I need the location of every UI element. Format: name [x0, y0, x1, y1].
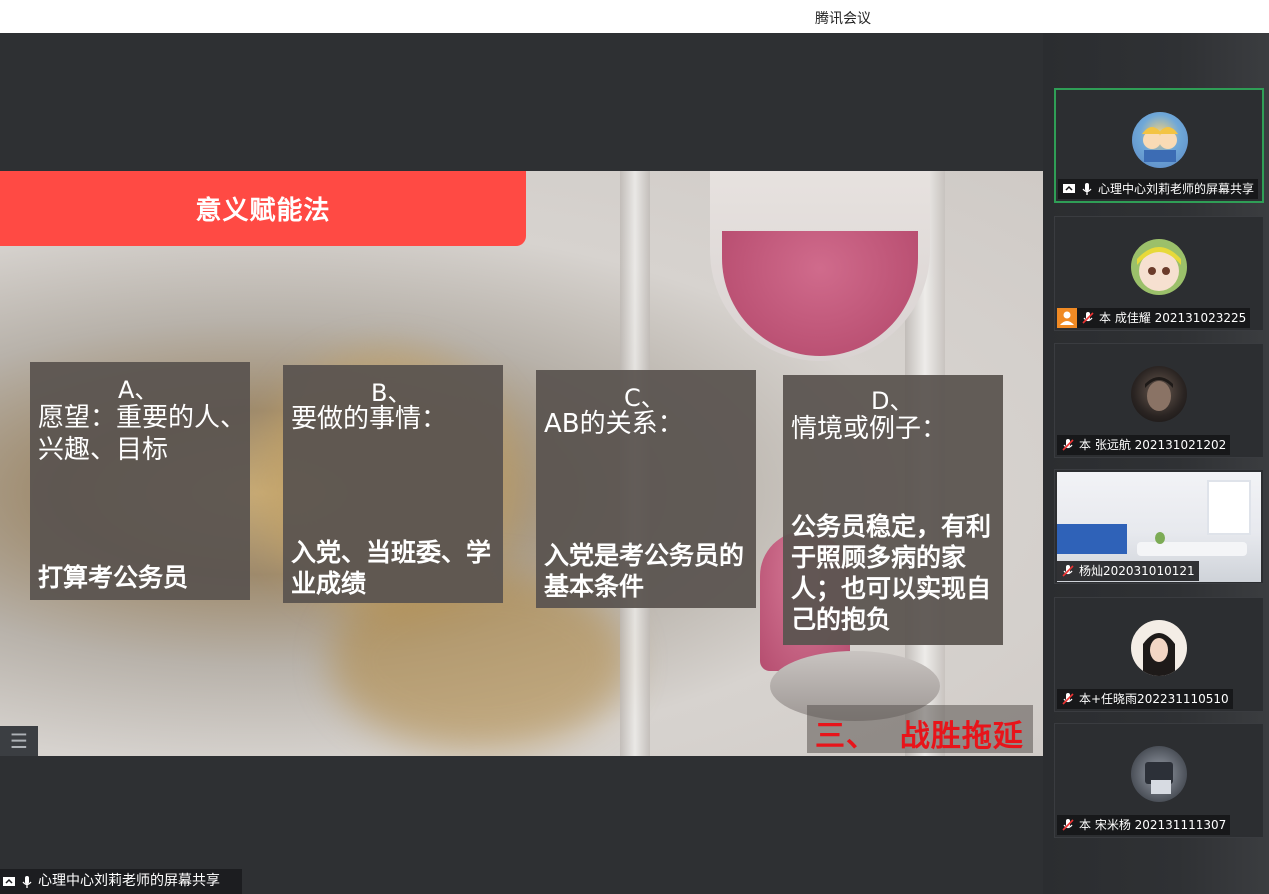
slide-footer-text: 三、 战胜拖延 [815, 719, 1024, 754]
card-b: B、 要做的事情： 入党、当班委、学业成绩 [283, 365, 503, 603]
participant-label: 心理中心刘莉老师的屏幕共享 [1058, 179, 1259, 199]
share-status-bar: 心理中心刘莉老师的屏幕共享 [0, 869, 242, 894]
participant-tile[interactable]: 本+任晓雨202231110510 [1054, 597, 1264, 712]
card-c: C、 AB的关系： 入党是考公务员的基本条件 [536, 370, 756, 608]
card-d: D、 情境或例子： 公务员稳定，有利于照顾多病的家人；也可以实现自己的抱负 [783, 375, 1003, 645]
card-a: A、 愿望：重要的人、兴趣、目标 打算考公务员 [30, 362, 250, 600]
window [1207, 480, 1251, 535]
mic-muted-icon [1062, 693, 1074, 705]
screen-share-icon [3, 876, 15, 886]
participant-label: 本 成佳耀 202131023225 [1057, 308, 1251, 328]
person-icon [1057, 308, 1077, 328]
participant-tile[interactable]: 本 宋米杨 202131111307 [1054, 723, 1264, 838]
card-c-answer: 入党是考公务员的基本条件 [544, 541, 745, 601]
card-a-question: 愿望：重要的人、兴趣、目标 [38, 403, 247, 465]
presentation-slide: 意义赋能法 A、 愿望：重要的人、兴趣、目标 打算考公务员 B、 要做的事情： … [0, 171, 1043, 756]
share-status-text: 心理中心刘莉老师的屏幕共享 [38, 873, 220, 889]
participant-name: 本+任晓雨202231110510 [1079, 692, 1229, 706]
mic-muted-icon [1082, 312, 1094, 324]
card-c-question: AB的关系： [544, 409, 684, 439]
slide-footer: 三、 战胜拖延 [807, 705, 1033, 754]
avatar [1131, 239, 1187, 295]
slide-header-text: 意义赋能法 [195, 196, 331, 226]
card-d-answer: 公务员稳定，有利于照顾多病的家人；也可以实现自己的抱负 [791, 512, 992, 634]
plant [1155, 532, 1165, 544]
participant-label: 杨灿202031010121 [1057, 561, 1199, 581]
participant-tile[interactable]: 本 张远航 202131021202 [1054, 343, 1264, 458]
card-b-answer: 入党、当班委、学业成绩 [291, 538, 492, 598]
avatar [1131, 366, 1187, 422]
card-d-question: 情境或例子： [791, 414, 948, 444]
mic-icon [1082, 183, 1092, 195]
card-b-question: 要做的事情： [291, 404, 448, 434]
participant-label: 本 宋米杨 202131111307 [1057, 815, 1231, 835]
screen-share-icon [1063, 184, 1075, 193]
card-d-letter: D、 [871, 387, 914, 415]
app-title: 腾讯会议 [815, 11, 871, 27]
participant-tile[interactable]: 本 成佳耀 202131023225 [1054, 216, 1264, 331]
participant-name: 杨灿202031010121 [1079, 564, 1195, 578]
participant-name: 心理中心刘莉老师的屏幕共享 [1098, 182, 1255, 196]
mic-muted-icon [1062, 565, 1074, 577]
participant-name: 本 张远航 202131021202 [1079, 438, 1227, 452]
table [1137, 542, 1247, 556]
participant-tile[interactable]: 心理中心刘莉老师的屏幕共享 [1054, 88, 1264, 203]
mic-icon [22, 875, 32, 888]
participant-label: 本 张远航 202131021202 [1057, 435, 1231, 455]
mic-muted-icon [1062, 439, 1074, 451]
participant-tile[interactable]: 杨灿202031010121 [1054, 469, 1264, 584]
blue-sofa [1057, 524, 1127, 554]
avatar [1131, 746, 1187, 802]
mic-muted-icon [1062, 819, 1074, 831]
participant-label: 本+任晓雨202231110510 [1057, 689, 1233, 709]
title-bar: 腾讯会议 [0, 0, 1269, 33]
avatar [1132, 112, 1188, 168]
avatar [1131, 620, 1187, 676]
participant-name: 本 宋米杨 202131111307 [1079, 818, 1227, 832]
slide-header: 意义赋能法 [0, 171, 526, 246]
participant-name: 本 成佳耀 202131023225 [1099, 311, 1247, 325]
card-a-letter: A、 [118, 376, 159, 404]
list-menu-icon[interactable]: ☰ [0, 726, 38, 756]
card-a-answer: 打算考公务员 [38, 563, 189, 592]
